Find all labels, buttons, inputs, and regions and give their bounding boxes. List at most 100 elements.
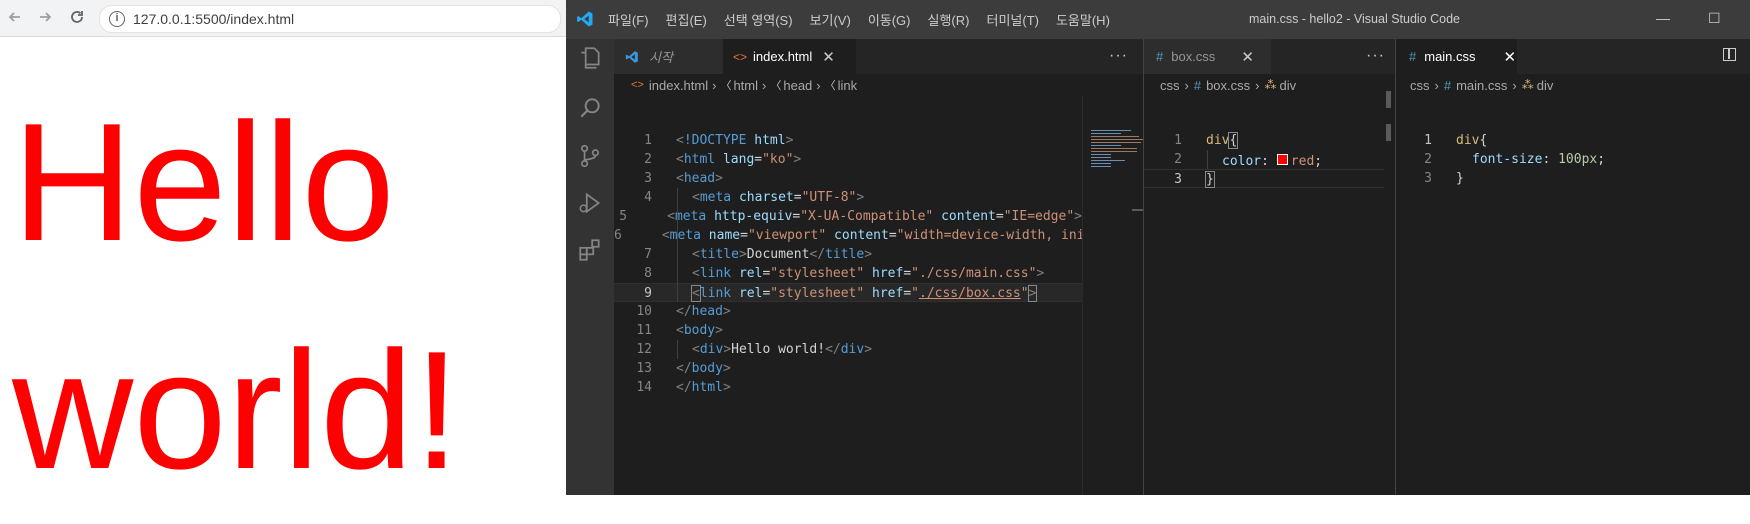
tab-bar: 시작 <> index.html ✕ ···: [614, 39, 1143, 74]
activity-bar: [566, 39, 614, 495]
scrollbar-thumb[interactable]: [1386, 91, 1391, 108]
tab-bar: # main.css ✕: [1396, 39, 1750, 74]
scrollbar-thumb[interactable]: [1132, 209, 1143, 211]
breadcrumb: <> index.html › 〈 html › 〈 head › 〈 link: [631, 74, 857, 96]
tab-label: box.css: [1171, 49, 1216, 64]
html-file-icon: <>: [631, 79, 644, 91]
minimap[interactable]: [1082, 96, 1144, 495]
forward-arrow-icon[interactable]: [34, 6, 56, 28]
minimize-icon[interactable]: —: [1656, 10, 1670, 26]
tab-welcome[interactable]: 시작: [614, 39, 723, 74]
menu-bar: 파일(F) 편집(E) 선택 영역(S) 보기(V) 이동(G) 실행(R) 터…: [608, 0, 1127, 39]
code-line-current: 1 div{: [1424, 133, 1488, 148]
color-swatch[interactable]: [1276, 154, 1288, 165]
code-line-current: 9 <link rel="stylesheet" href="./css/box.…: [614, 283, 1082, 302]
element-icon: 〈: [824, 80, 836, 92]
code-line: 1 div{: [1174, 132, 1239, 149]
menu-view[interactable]: 보기(V): [810, 10, 851, 29]
code-line: 2 font-size: 100px;: [1424, 152, 1606, 167]
back-arrow-icon[interactable]: [4, 6, 26, 28]
breadcrumb-item[interactable]: link: [838, 78, 858, 93]
menu-help[interactable]: 도움말(H): [1056, 10, 1110, 29]
element-icon: 〈: [720, 80, 732, 92]
breadcrumb-item[interactable]: index.html: [649, 78, 708, 93]
tab-label: 시작: [649, 50, 673, 65]
code-editor-box[interactable]: 1 div{ 2 color: red; 3}: [1144, 131, 1384, 188]
maximize-icon[interactable]: ☐: [1708, 10, 1721, 27]
tab-box-css[interactable]: # box.css ✕: [1144, 39, 1271, 74]
close-icon[interactable]: ✕: [1241, 48, 1254, 66]
chevron-right-icon: ›: [1512, 77, 1517, 93]
breadcrumb-item[interactable]: div: [1537, 78, 1554, 93]
breadcrumb-item[interactable]: box.css: [1206, 78, 1250, 93]
site-info-icon[interactable]: i: [109, 11, 125, 27]
browser-toolbar: i 127.0.0.1:5500/index.html: [0, 0, 566, 37]
explorer-icon[interactable]: [577, 45, 603, 71]
tab-label: index.html: [753, 49, 813, 64]
css-file-icon: #: [1156, 49, 1164, 64]
editor-group-main: # main.css ✕ css › # main.css › ⁂ div 1d…: [1395, 39, 1750, 495]
code-line: 2 <html lang="ko">: [644, 152, 802, 167]
breadcrumb-item[interactable]: css: [1410, 78, 1430, 93]
code-editor-main[interactable]: 1 div{ 2 font-size: 100px; 3}: [1396, 131, 1746, 188]
address-url: 127.0.0.1:5500/index.html: [133, 11, 295, 27]
page-hello-text: Hello world!: [12, 88, 461, 504]
code-line: 2 color: red;: [1174, 152, 1323, 169]
vscode-logo-icon: [625, 50, 638, 63]
chevron-right-icon: ›: [1184, 77, 1189, 93]
menu-go[interactable]: 이동(G): [868, 10, 911, 29]
element-icon: 〈: [770, 80, 782, 92]
code-line: 11 <body>: [636, 323, 723, 338]
code-line: 5 <meta http-equiv="X-UA-Compatible" cont…: [619, 209, 1082, 224]
chevron-right-icon: ›: [762, 77, 767, 93]
code-editor-index[interactable]: 1 <!DOCTYPE html> 2 <html lang="ko"> 3 <hea…: [614, 131, 1082, 397]
scrollbar-thumb[interactable]: [1386, 124, 1391, 141]
close-icon[interactable]: ✕: [822, 48, 835, 66]
close-icon[interactable]: ✕: [1504, 48, 1517, 66]
reload-icon[interactable]: [66, 6, 88, 28]
breadcrumb: css › # box.css › ⁂ div: [1160, 74, 1296, 96]
split-editor-icon[interactable]: [1723, 48, 1736, 61]
menu-edit[interactable]: 편집(E): [666, 10, 707, 29]
indent-guide: [677, 340, 678, 359]
css-file-icon: #: [1193, 77, 1202, 93]
tab-index-html[interactable]: <> index.html ✕: [723, 39, 856, 74]
address-bar[interactable]: i 127.0.0.1:5500/index.html: [99, 5, 561, 33]
menu-run[interactable]: 실행(R): [928, 10, 970, 29]
tab-bar: # box.css ✕ ···: [1144, 39, 1396, 74]
breadcrumb-item[interactable]: main.css: [1456, 78, 1507, 93]
code-line-current: 3}: [1144, 169, 1384, 188]
vscode-logo-icon: [577, 11, 593, 27]
search-icon[interactable]: [577, 95, 603, 121]
menu-terminal[interactable]: 터미널(T): [986, 10, 1038, 29]
css-file-icon: #: [1443, 77, 1452, 93]
breadcrumb-item[interactable]: html: [733, 78, 758, 93]
tab-main-css[interactable]: # main.css ✕: [1396, 39, 1517, 74]
breadcrumb: css › # main.css › ⁂ div: [1410, 74, 1553, 96]
code-line: 10 </head>: [636, 304, 731, 319]
selector-icon: ⁂: [1264, 78, 1277, 92]
editor-group-box: # box.css ✕ ··· css › # box.css › ⁂ div …: [1143, 39, 1396, 495]
code-line: 12 <div>Hello world!</div>: [636, 342, 873, 357]
breadcrumb-item[interactable]: head: [783, 78, 812, 93]
indent-guide: [1207, 150, 1208, 169]
code-line: 3 <head>: [644, 171, 723, 186]
vscode-window: 파일(F) 편집(E) 선택 영역(S) 보기(V) 이동(G) 실행(R) 터…: [566, 0, 1750, 495]
breadcrumb-item[interactable]: div: [1280, 78, 1297, 93]
menu-selection[interactable]: 선택 영역(S): [724, 10, 793, 29]
selector-icon: ⁂: [1521, 78, 1534, 92]
breadcrumb-item[interactable]: css: [1160, 78, 1180, 93]
indent-guide: [677, 188, 678, 302]
more-actions-icon[interactable]: ···: [1109, 47, 1128, 65]
chevron-right-icon: ›: [816, 77, 821, 93]
menu-file[interactable]: 파일(F): [608, 10, 649, 29]
extensions-icon[interactable]: [577, 237, 603, 263]
code-line: 8 <link rel="stylesheet" href="./css/main…: [644, 266, 1045, 281]
editor-group-index: 시작 <> index.html ✕ ··· <> index.html › 〈…: [614, 39, 1144, 495]
source-control-icon[interactable]: [577, 143, 603, 169]
code-line: 6 <meta name="viewport" content="width=de…: [614, 228, 1082, 243]
run-debug-icon[interactable]: [577, 190, 603, 216]
chevron-right-icon: ›: [1255, 77, 1260, 93]
html-file-icon: <>: [733, 49, 748, 64]
more-actions-icon[interactable]: ···: [1366, 47, 1385, 65]
